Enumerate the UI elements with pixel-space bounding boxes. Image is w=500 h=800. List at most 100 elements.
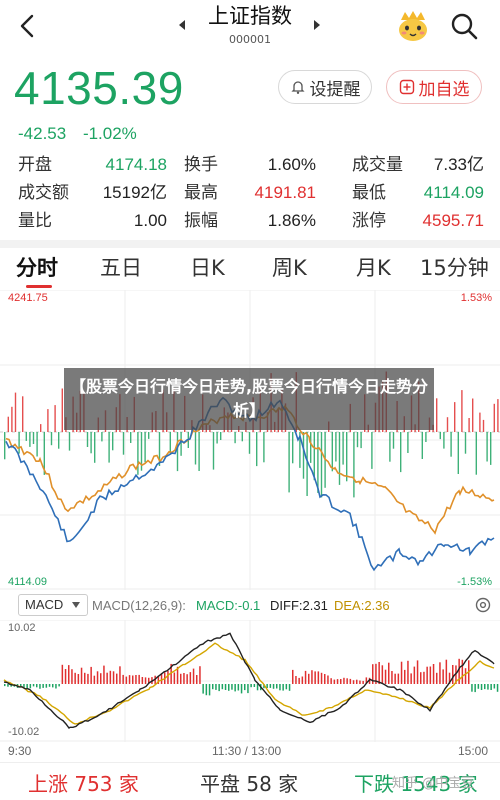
tab-intraday[interactable]: 分时 (16, 252, 58, 284)
stat-value: 1.86% (267, 211, 316, 230)
section-divider (0, 240, 500, 248)
back-arrow-icon (20, 14, 34, 38)
macd-histogram-bar (218, 684, 220, 692)
unchanged-unit: 家 (278, 772, 299, 796)
stat-value: 4114.09 (423, 183, 484, 202)
macd-histogram-bar (336, 679, 339, 684)
macd-histogram-bar (224, 684, 227, 690)
stat-value: 7.33亿 (433, 155, 484, 174)
volume-bar (421, 432, 423, 459)
stock-detail-screen: 上证指数 000001 4135.39 设提醒 加自选 -42.53 -1.02… (0, 0, 500, 800)
indicator-select[interactable]: MACD (18, 594, 88, 616)
macd-histogram-bar (100, 673, 102, 684)
stat-label: 成交量 (352, 155, 403, 175)
volume-bar (7, 416, 9, 432)
volume-bar (22, 396, 24, 432)
stat-label: 振幅 (184, 211, 218, 231)
macd-histogram-bar (202, 684, 204, 694)
macd-histogram-bar (298, 677, 300, 684)
macd-histogram-bar (327, 675, 329, 684)
next-stock-icon[interactable] (311, 19, 323, 31)
macd-histogram-bar (391, 671, 393, 684)
stat-label: 成交额 (18, 183, 69, 203)
macd-histogram-bar (68, 665, 70, 684)
macd-histogram-bar (74, 672, 76, 684)
search-button[interactable] (448, 10, 480, 42)
volume-bar (360, 432, 362, 449)
macd-histogram-bar (58, 684, 60, 687)
tab-daily-k[interactable]: 日K (190, 252, 225, 284)
volume-bar (389, 432, 391, 462)
stats-row: 开盘 4174.18 换手 1.60% 成交量 7.33亿 (18, 152, 488, 180)
volume-bar (468, 418, 470, 432)
macd-histogram-bar (439, 662, 441, 684)
macd-histogram-bar (464, 668, 467, 684)
macd-histogram-bar (52, 684, 54, 688)
tab-five-day[interactable]: 五日 (100, 252, 142, 284)
mascot-avatar[interactable] (395, 8, 431, 44)
macd-histogram-bar (295, 676, 297, 684)
intraday-chart[interactable]: 4241.75 1.53% 4114.09 -1.53% (0, 289, 500, 590)
volume-bar (497, 399, 499, 432)
tab-weekly-k[interactable]: 周K (272, 252, 307, 284)
macd-histogram-bar (96, 671, 99, 684)
volume-bar (68, 432, 71, 451)
macd-histogram-bar (442, 669, 444, 684)
current-price: 4135.39 (14, 62, 184, 114)
add-watchlist-button[interactable]: 加自选 (386, 70, 482, 104)
macd-histogram-bar (452, 665, 454, 684)
macd-histogram-bar (135, 675, 137, 684)
macd-histogram-bar (253, 684, 256, 687)
advancers[interactable]: 上涨 753 家 (28, 771, 139, 797)
volume-bar (306, 432, 308, 496)
back-button[interactable] (12, 10, 44, 42)
macd-histogram-bar (404, 669, 406, 684)
volume-bar (353, 432, 355, 498)
time-start: 9:30 (8, 744, 32, 758)
macd-histogram-bar (84, 672, 86, 684)
stat-value: 4595.71 (422, 211, 484, 230)
macd-histogram-bar (186, 674, 188, 684)
price-change: -42.53 (18, 124, 67, 143)
stat-label: 最低 (352, 183, 386, 203)
tab-15min[interactable]: 15分钟 (420, 252, 489, 284)
settings-icon[interactable] (474, 596, 492, 614)
macd-histogram-bar (340, 679, 342, 684)
set-alert-button[interactable]: 设提醒 (278, 70, 372, 104)
macd-histogram-bar (244, 684, 246, 691)
macd-histogram-bar (55, 684, 57, 689)
macd-histogram-bar (36, 684, 38, 688)
macd-histogram-bar (400, 661, 403, 684)
stat-value: 1.60% (267, 155, 316, 174)
advancers-label: 上涨 (28, 772, 68, 796)
volume-bar (446, 417, 449, 432)
macd-histogram-bar (116, 673, 118, 684)
macd-histogram-bar (48, 684, 51, 687)
unchanged[interactable]: 平盘 58 家 (200, 771, 298, 797)
volume-bar (176, 432, 179, 472)
macd-histogram-bar (128, 675, 131, 684)
volume-bar (86, 432, 89, 447)
volume-bar (457, 432, 459, 474)
unchanged-count: 58 (246, 772, 272, 796)
macd-histogram-bar (474, 684, 476, 693)
macd-histogram-bar (292, 669, 294, 684)
volume-bar (263, 432, 265, 463)
macd-histogram-bar (432, 664, 435, 684)
macd-chart[interactable]: 10.02 -10.02 (0, 619, 500, 742)
macd-histogram-bar (208, 684, 211, 696)
volume-bar (425, 432, 427, 442)
macd-histogram-bar (352, 680, 355, 684)
macd-histogram-bar (461, 659, 464, 684)
tab-monthly-k[interactable]: 月K (356, 252, 391, 284)
macd-histogram-bar (256, 684, 259, 691)
macd-histogram-bar (333, 679, 336, 684)
macd-histogram-bar (228, 684, 230, 691)
volume-bar (292, 432, 294, 464)
macd-histogram-bar (183, 673, 185, 684)
macd-chart-svg (0, 619, 500, 742)
volume-bar (216, 432, 218, 444)
macd-histogram-bar (215, 684, 217, 690)
volume-bar (302, 432, 305, 479)
active-tab-indicator (26, 285, 52, 288)
